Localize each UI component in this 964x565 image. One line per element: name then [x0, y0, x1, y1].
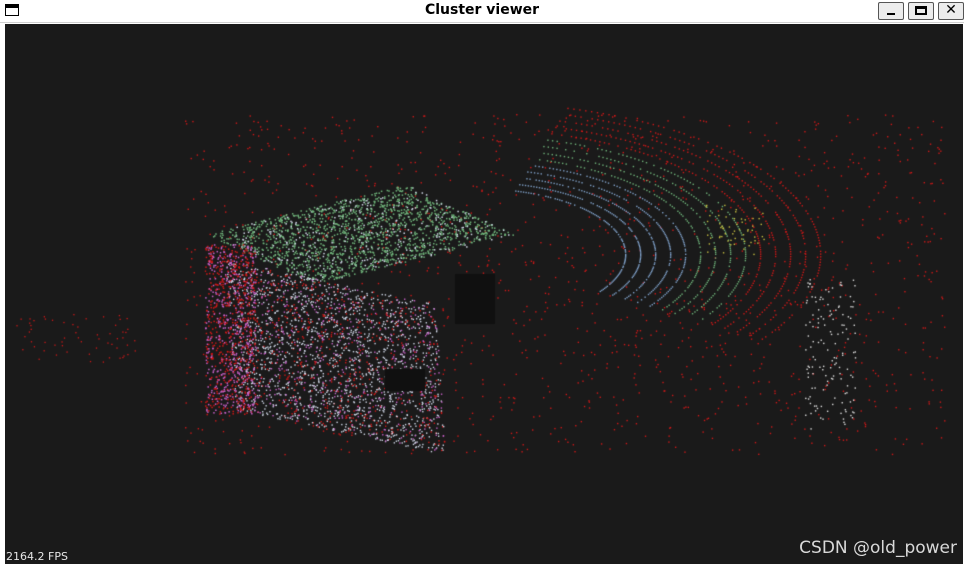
fps-counter: 2164.2 FPS — [6, 550, 68, 563]
close-button[interactable]: ✕ — [938, 2, 964, 20]
window-title: Cluster viewer — [424, 2, 540, 18]
point-cloud-viewport[interactable]: 2164.2 FPS CSDN @old_power — [5, 24, 963, 564]
title-bar[interactable]: Cluster viewer ✕ — [0, 0, 964, 23]
point-cloud-canvas[interactable] — [5, 24, 963, 564]
close-icon: ✕ — [945, 2, 957, 18]
minimize-button[interactable] — [878, 2, 904, 20]
maximize-button[interactable] — [908, 2, 934, 20]
watermark: CSDN @old_power — [799, 538, 957, 558]
cluster-viewer-window: Cluster viewer ✕ 2164.2 FPS CSDN @old_po… — [0, 0, 964, 565]
